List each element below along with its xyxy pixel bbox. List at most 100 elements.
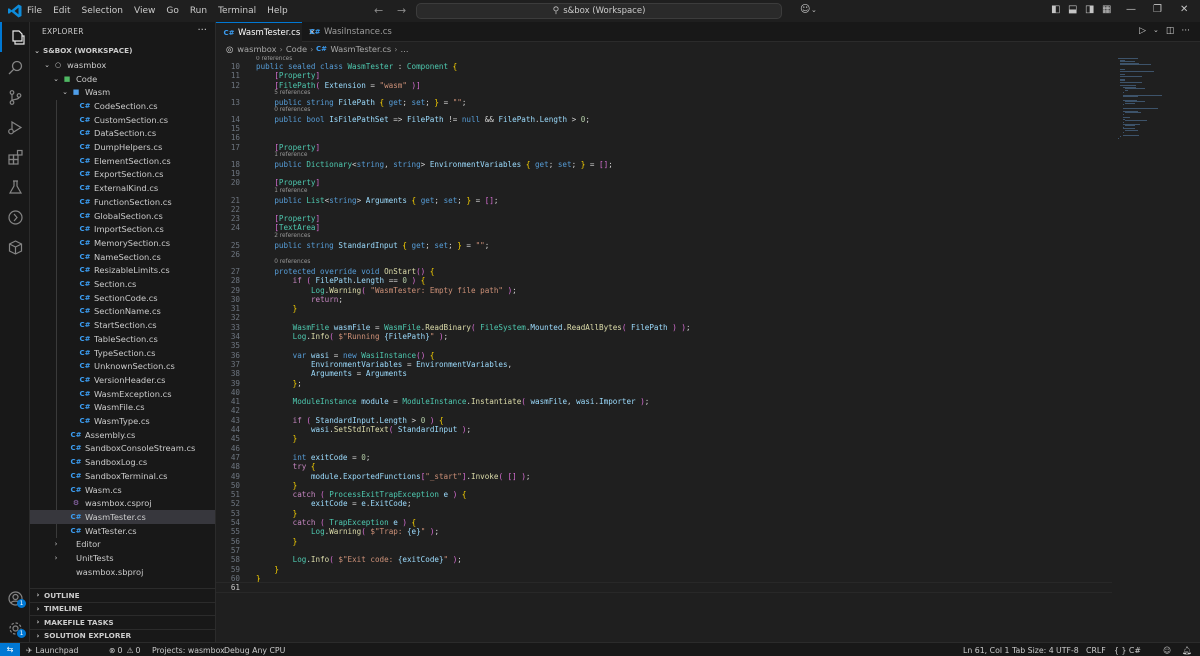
split-editor-icon[interactable]: ◫ bbox=[1166, 26, 1175, 36]
codelens-references[interactable]: 0 references bbox=[274, 107, 310, 113]
breadcrumb-code[interactable]: Code bbox=[286, 44, 307, 54]
build-config-item[interactable]: Debug Any CPU bbox=[224, 644, 285, 656]
code-line[interactable]: 20 [Property] bbox=[216, 178, 1112, 188]
code-editor[interactable]: 0 references 10 public sealed class WasmT… bbox=[216, 56, 1112, 642]
tree-item[interactable]: C# CodeSection.cs bbox=[30, 99, 215, 113]
customize-layout-icon[interactable]: ▦ bbox=[1102, 4, 1111, 15]
menu-terminal[interactable]: Terminal bbox=[218, 6, 256, 16]
codelens-references[interactable]: 5 references bbox=[274, 90, 310, 96]
tree-item[interactable]: C# WasmFile.cs bbox=[30, 401, 215, 415]
accounts-icon[interactable]: 1 bbox=[0, 583, 30, 613]
tree-item[interactable]: C# DumpHelpers.cs bbox=[30, 140, 215, 154]
tree-item[interactable]: C# Wasm.cs bbox=[30, 483, 215, 497]
copilot-chevron-down-icon[interactable]: ⌄ bbox=[811, 6, 817, 14]
menu-selection[interactable]: Selection bbox=[82, 6, 123, 16]
tab-wasmtester[interactable]: C# WasmTester.cs ✕ bbox=[216, 22, 316, 42]
menu-edit[interactable]: Edit bbox=[53, 6, 70, 16]
code-line[interactable]: 17 [Property] bbox=[216, 143, 1112, 153]
more-actions-icon[interactable]: ··· bbox=[1181, 26, 1190, 36]
tree-item[interactable]: ⌄ ■ Wasm bbox=[30, 85, 215, 99]
back-arrow-icon[interactable]: ← bbox=[374, 4, 383, 17]
codelens-references[interactable]: 2 references bbox=[274, 233, 310, 239]
tree-item[interactable]: C# ElementSection.cs bbox=[30, 154, 215, 168]
vertical-scrollbar[interactable] bbox=[1192, 56, 1200, 642]
outline-section[interactable]: › OUTLINE bbox=[30, 588, 215, 602]
containers-icon[interactable] bbox=[0, 232, 30, 262]
eol-item[interactable]: CRLF bbox=[1086, 644, 1106, 656]
minimize-window-icon[interactable]: — bbox=[1126, 4, 1136, 15]
run-chevron-down-icon[interactable]: ⌄ bbox=[1153, 26, 1159, 36]
workspace-header[interactable]: ⌄ S&BOX (WORKSPACE) bbox=[30, 44, 215, 58]
makefile-tasks-section[interactable]: › MAKEFILE TASKS bbox=[30, 615, 215, 629]
menu-go[interactable]: Go bbox=[166, 6, 178, 16]
testing-icon[interactable] bbox=[0, 172, 30, 202]
close-window-icon[interactable]: ✕ bbox=[1180, 4, 1188, 15]
code-line[interactable]: 24 [TextArea] bbox=[216, 223, 1112, 233]
menu-run[interactable]: Run bbox=[190, 6, 207, 16]
tab-wasiinstance[interactable]: C# WasiInstance.cs bbox=[302, 22, 402, 42]
tree-item[interactable]: C# ExternalKind.cs bbox=[30, 181, 215, 195]
remote-explorer-icon[interactable] bbox=[0, 202, 30, 232]
breadcrumb-more[interactable]: ... bbox=[401, 44, 409, 54]
codelens-references[interactable]: 0 references bbox=[274, 259, 310, 265]
tree-item[interactable]: C# SandboxConsoleStream.cs bbox=[30, 442, 215, 456]
tree-item[interactable]: C# Assembly.cs bbox=[30, 428, 215, 442]
tree-item[interactable]: C# Section.cs bbox=[30, 277, 215, 291]
launchpad-item[interactable]: ✈ Launchpad bbox=[26, 644, 78, 656]
tree-item[interactable]: C# FunctionSection.cs bbox=[30, 195, 215, 209]
toggle-panel-icon[interactable]: ⬓ bbox=[1068, 4, 1077, 15]
tree-item[interactable]: ⌄ ■ Code bbox=[30, 72, 215, 86]
command-center-search[interactable]: ⚲ s&box (Workspace) bbox=[416, 3, 782, 19]
tree-item[interactable]: C# StartSection.cs bbox=[30, 318, 215, 332]
run-debug-icon[interactable] bbox=[0, 112, 30, 142]
tree-item[interactable]: ⚙ wasmbox.csproj bbox=[30, 496, 215, 510]
more-actions-icon[interactable]: ··· bbox=[197, 25, 207, 36]
copilot-status-icon[interactable]: ☺ bbox=[1163, 644, 1171, 656]
cursor-position-item[interactable]: Ln 61, Col 1 bbox=[963, 644, 1009, 656]
explorer-icon[interactable] bbox=[0, 22, 32, 52]
search-icon[interactable] bbox=[0, 52, 30, 82]
manage-gear-icon[interactable]: 1 bbox=[0, 613, 30, 643]
tree-item[interactable]: C# WasmTester.cs bbox=[30, 510, 215, 524]
tree-item[interactable]: C# SandboxTerminal.cs bbox=[30, 469, 215, 483]
codelens-references[interactable]: 1 reference bbox=[274, 152, 307, 158]
tree-item[interactable]: C# WasmException.cs bbox=[30, 387, 215, 401]
tree-item[interactable]: C# ResizableLimits.cs bbox=[30, 264, 215, 278]
tree-item[interactable]: C# TypeSection.cs bbox=[30, 346, 215, 360]
minimap[interactable] bbox=[1116, 56, 1192, 146]
tree-item[interactable]: C# GlobalSection.cs bbox=[30, 209, 215, 223]
tree-item[interactable]: C# VersionHeader.cs bbox=[30, 373, 215, 387]
tab-size-item[interactable]: Tab Size: 4 bbox=[1012, 644, 1054, 656]
projects-item[interactable]: Projects: wasmbox bbox=[152, 644, 225, 656]
run-icon[interactable]: ▷ bbox=[1139, 26, 1146, 36]
code-line[interactable]: 13 public string FilePath { get; set; } … bbox=[216, 98, 1112, 108]
extensions-icon[interactable] bbox=[0, 142, 30, 172]
tree-item[interactable]: C# ImportSection.cs bbox=[30, 222, 215, 236]
code-line[interactable]: 26 bbox=[216, 250, 1112, 260]
tree-item[interactable]: C# UnknownSection.cs bbox=[30, 359, 215, 373]
tree-item[interactable]: › Editor bbox=[30, 538, 215, 552]
problems-item[interactable]: ⊗ 0 ⚠ 0 bbox=[109, 644, 140, 656]
tree-item[interactable]: ⌄ ○ wasmbox bbox=[30, 58, 215, 72]
menu-view[interactable]: View bbox=[134, 6, 155, 16]
toggle-sidebar-icon[interactable]: ◧ bbox=[1051, 4, 1060, 15]
tree-item[interactable]: C# SandboxLog.cs bbox=[30, 455, 215, 469]
tree-item[interactable]: C# DataSection.cs bbox=[30, 127, 215, 141]
timeline-section[interactable]: › TIMELINE bbox=[30, 601, 215, 616]
notifications-bell-icon[interactable]: 🔔︎ bbox=[1182, 644, 1192, 656]
tree-item[interactable]: › UnitTests bbox=[30, 551, 215, 565]
code-line[interactable]: 61 bbox=[216, 583, 1112, 593]
remote-indicator-icon[interactable]: ⇆ bbox=[0, 643, 20, 656]
tree-item[interactable]: C# TableSection.cs bbox=[30, 332, 215, 346]
codelens-references[interactable]: 1 reference bbox=[274, 188, 307, 194]
breadcrumb-file[interactable]: WasmTester.cs bbox=[330, 44, 391, 54]
tree-item[interactable]: C# MemorySection.cs bbox=[30, 236, 215, 250]
source-control-icon[interactable] bbox=[0, 82, 30, 112]
copilot-icon[interactable]: ☺ bbox=[800, 4, 810, 15]
tree-item[interactable]: C# SectionName.cs bbox=[30, 305, 215, 319]
tree-item[interactable]: C# CustomSection.cs bbox=[30, 113, 215, 127]
tree-item[interactable]: C# NameSection.cs bbox=[30, 250, 215, 264]
encoding-item[interactable]: UTF-8 bbox=[1056, 644, 1079, 656]
tree-item[interactable]: C# WatTester.cs bbox=[30, 524, 215, 538]
tree-item[interactable]: C# SectionCode.cs bbox=[30, 291, 215, 305]
